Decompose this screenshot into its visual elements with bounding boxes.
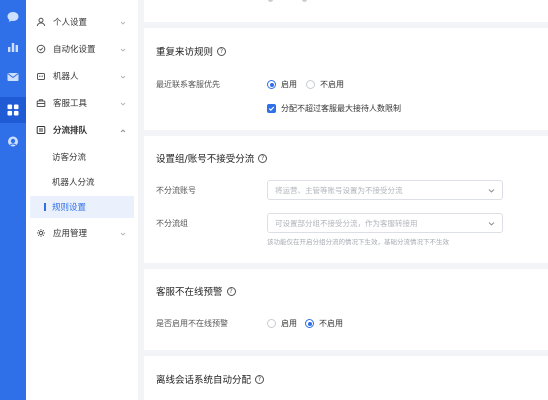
menu-item-label: 自动化设置 [53, 45, 96, 55]
section-divider [144, 22, 548, 28]
submenu-item-rule-settings[interactable]: 规则设置 [30, 196, 134, 218]
checkbox-box [267, 104, 276, 113]
menu-item-app-management[interactable]: 应用管理 [26, 221, 138, 245]
section-divider [144, 263, 548, 269]
radio-enable-recent-priority[interactable]: 启用 [267, 79, 297, 90]
radio-disable-offline-warning[interactable]: 不启用 [305, 318, 343, 329]
submenu-item-label: 规则设置 [52, 203, 87, 213]
menu-item-label: 客服工具 [53, 99, 88, 109]
rail-item-apps[interactable] [0, 97, 26, 123]
help-icon[interactable]: ? [217, 46, 227, 56]
checkbox-max-reception-limit[interactable]: 分配不超过客服最大接待人数限制 [267, 103, 401, 114]
scroll-remnant-dot [268, 0, 273, 2]
queue-icon [36, 125, 46, 135]
checkbox-label: 分配不超过客服最大接待人数限制 [281, 104, 401, 113]
menu-item-robot[interactable]: 机器人 [26, 64, 138, 88]
field-label-enable-offline-warning: 是否启用不在线预警 [156, 319, 228, 328]
select-placeholder: 将运营、主管等账号设置为不接受分流 [275, 185, 403, 195]
section-divider [144, 130, 548, 136]
field-label-recent-agent-priority: 最近联系客服优先 [156, 80, 220, 89]
robot-icon [36, 71, 46, 81]
settings-menu: 个人设置 自动化设置 机器人 客服工具 分流排队 访客分流 机器人分流 规则设置… [26, 0, 138, 400]
radio-label: 启用 [281, 80, 297, 89]
exclude-accounts-select[interactable]: 将运营、主管等账号设置为不接受分流 [267, 180, 503, 200]
exclude-groups-select[interactable]: 可设置部分组不接受分流，作为客服转接用 [267, 213, 503, 233]
radio-label: 不启用 [319, 319, 343, 328]
rule-settings-panel: 重复来访规则 ? 最近联系客服优先 启用 不启用 分配不超过客服最大接待人数限制… [144, 0, 548, 400]
mail-icon [7, 73, 19, 81]
chevron-down-icon [120, 230, 126, 236]
menu-item-personal-settings[interactable]: 个人设置 [26, 10, 138, 34]
rail-item-stats[interactable] [0, 34, 26, 60]
toolbox-icon [36, 98, 46, 108]
help-icon[interactable]: ? [226, 286, 236, 296]
rail-item-mail[interactable] [0, 64, 26, 90]
agent-headset-icon [8, 136, 18, 147]
chevron-down-icon [120, 73, 126, 79]
section-title-text: 重复来访规则 [156, 47, 214, 58]
apps-grid-icon [7, 104, 19, 116]
radio-enable-offline-warning[interactable]: 启用 [267, 318, 297, 329]
automation-icon [36, 44, 46, 54]
chevron-down-icon [488, 187, 495, 194]
section-divider [144, 350, 548, 356]
chevron-down-icon [120, 19, 126, 25]
help-icon[interactable]: ? [258, 153, 268, 163]
scroll-remnant-dot [302, 0, 307, 2]
radio-dot [306, 80, 315, 89]
radio-disable-recent-priority[interactable]: 不启用 [306, 79, 344, 90]
bar-chart-icon [8, 43, 18, 52]
field-label-exclude-accounts: 不分流账号 [156, 186, 196, 195]
menu-item-queue[interactable]: 分流排队 [26, 118, 138, 142]
submenu-item-robot-routing[interactable]: 机器人分流 [26, 171, 138, 193]
help-icon[interactable]: ? [255, 374, 265, 384]
section-title-text: 离线会话系统自动分配 [156, 375, 252, 386]
radio-dot [305, 319, 314, 328]
user-icon [36, 17, 46, 27]
app-rail [0, 0, 26, 400]
field-label-exclude-groups: 不分流组 [156, 219, 188, 228]
menu-item-label: 个人设置 [53, 18, 88, 28]
chevron-down-icon [120, 46, 126, 52]
submenu-item-label: 访客分流 [52, 153, 87, 163]
radio-dot [267, 80, 276, 89]
exclude-hint-text: 该功能仅在开启分组分流的情况下生效，基础分流情况下不生效 [267, 238, 449, 246]
submenu-item-label: 机器人分流 [52, 178, 95, 188]
menu-item-service-tools[interactable]: 客服工具 [26, 91, 138, 115]
check-icon [268, 106, 275, 112]
section-title-offline-session-assign: 离线会话系统自动分配 ? [156, 372, 265, 386]
radio-label: 启用 [281, 319, 297, 328]
active-indicator [44, 203, 46, 211]
menu-item-label: 分流排队 [53, 126, 88, 136]
section-title-exclude-routing: 设置组/账号不接受分流 ? [156, 151, 268, 165]
chevron-down-icon [488, 220, 495, 227]
section-title-offline-warning: 客服不在线预警 ? [156, 284, 236, 298]
menu-item-automation[interactable]: 自动化设置 [26, 37, 138, 61]
menu-item-label: 应用管理 [53, 229, 88, 239]
rail-item-chat[interactable] [0, 4, 26, 30]
section-title-repeat-visit: 重复来访规则 ? [156, 44, 227, 58]
menu-item-label: 机器人 [53, 72, 79, 82]
rail-item-agent[interactable] [0, 129, 26, 155]
section-title-text: 设置组/账号不接受分流 [156, 154, 255, 165]
submenu-item-visitor-routing[interactable]: 访客分流 [26, 146, 138, 168]
section-title-text: 客服不在线预警 [156, 287, 223, 298]
chevron-down-icon [120, 100, 126, 106]
radio-dot [267, 319, 276, 328]
select-placeholder: 可设置部分组不接受分流，作为客服转接用 [275, 218, 418, 228]
app-settings-icon [36, 228, 46, 238]
radio-label: 不启用 [320, 80, 344, 89]
chevron-up-icon [120, 127, 126, 133]
chat-bubble-icon [7, 12, 19, 22]
